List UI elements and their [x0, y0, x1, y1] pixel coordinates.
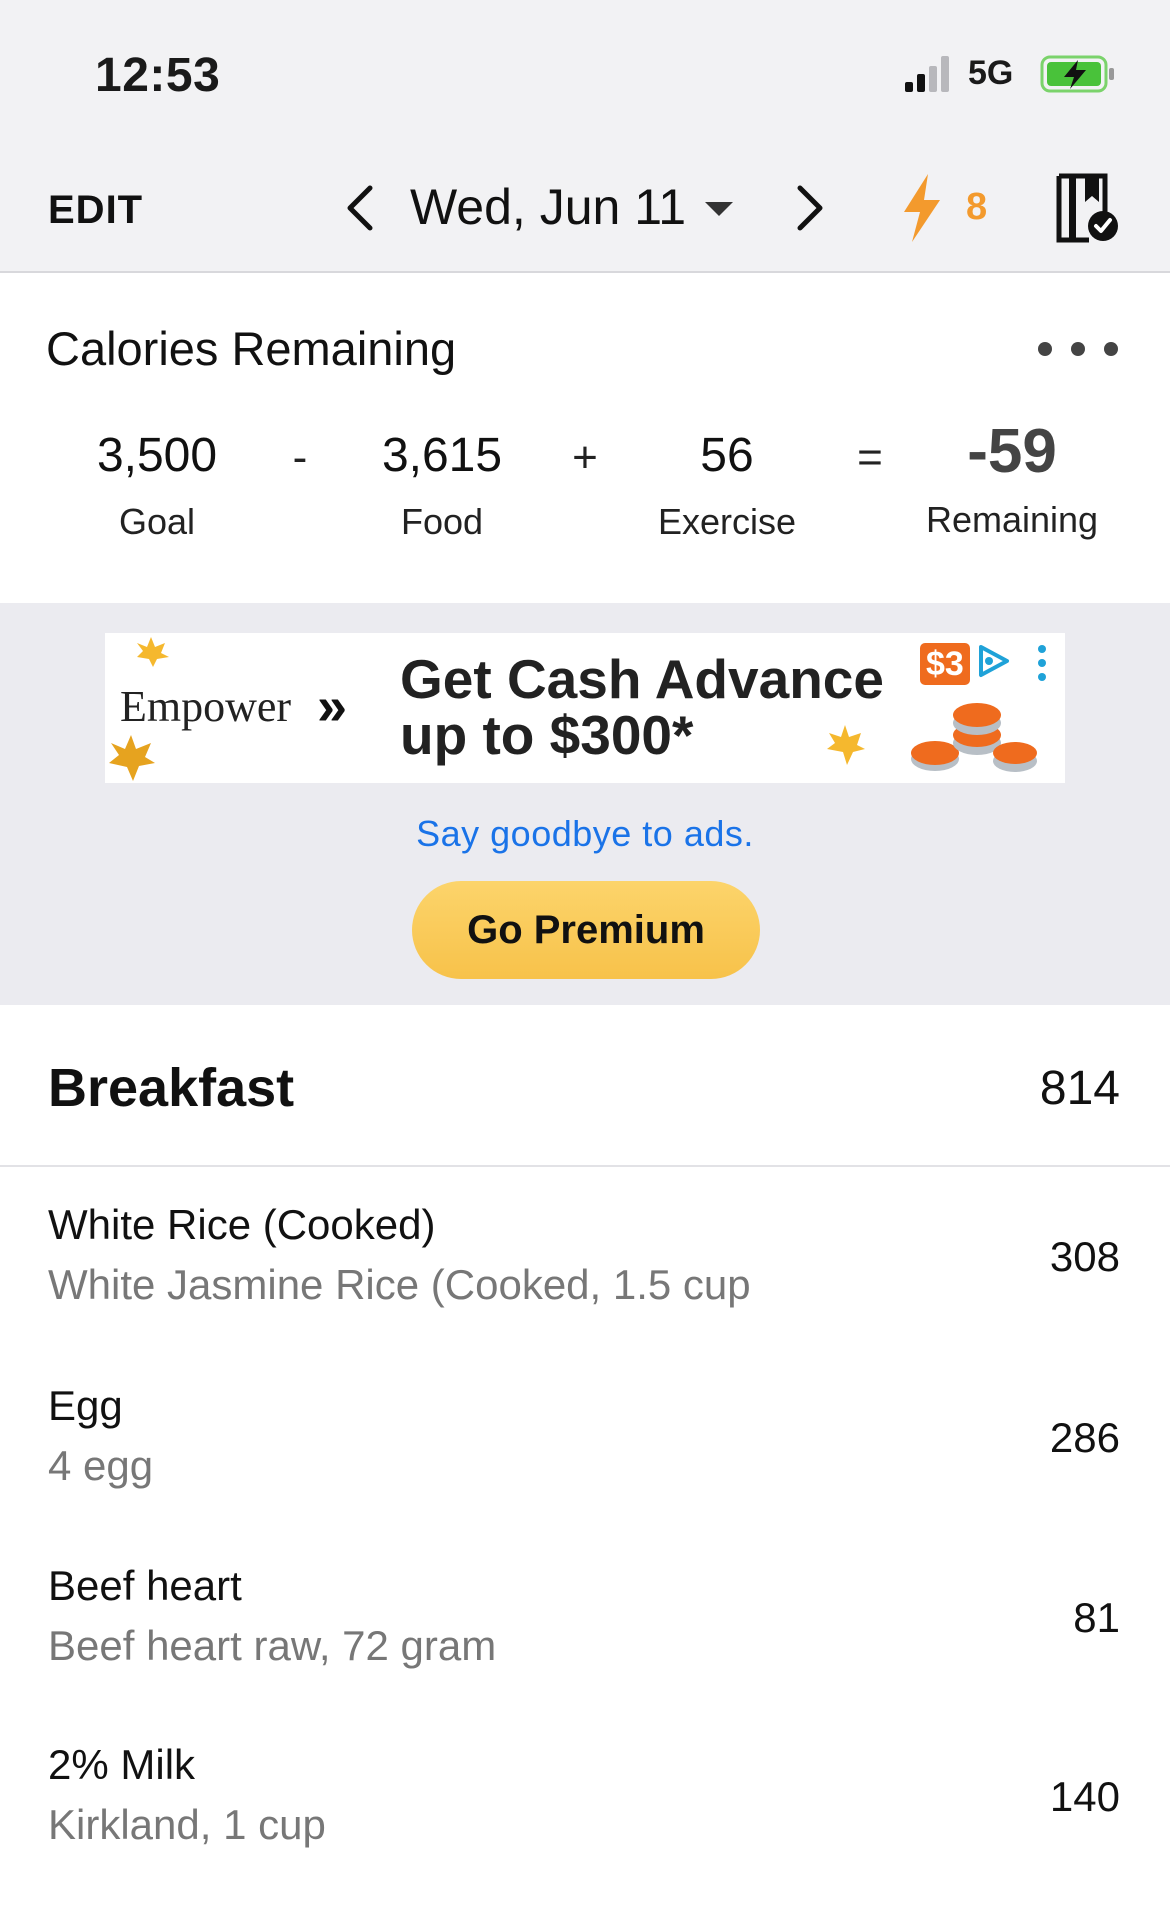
goal-value: 3,500 [96, 429, 218, 482]
cellular-signal-icon [905, 56, 949, 92]
food-name: Beef heart [48, 1562, 242, 1609]
exercise-label: Exercise [657, 501, 797, 542]
food-description: Kirkland, 1 cup [48, 1801, 326, 1848]
meal-name: Breakfast [48, 1058, 295, 1118]
minus-operator: - [292, 433, 308, 482]
streak-count[interactable]: 8 [966, 186, 987, 229]
food-entry[interactable]: 2% Milk Kirkland, 1 cup 140 [0, 1709, 1170, 1889]
food-entry[interactable]: Beef heart Beef heart raw, 72 gram 81 [0, 1530, 1170, 1710]
diary-complete-icon[interactable] [1055, 172, 1119, 244]
lightning-bolt-icon[interactable] [898, 172, 946, 244]
food-value: 3,615 [381, 429, 503, 482]
calories-title: Calories Remaining [46, 322, 457, 375]
date-selector[interactable]: Wed, Jun 11 [410, 178, 686, 236]
ad-section: Empower » Get Cash Advance up to $300* $… [0, 603, 1170, 1005]
food-calories: 308 [1049, 1233, 1120, 1280]
ad-headline: Get Cash Advance up to $300* [400, 651, 884, 763]
food-entry[interactable]: Egg 4 egg 286 [0, 1350, 1170, 1530]
caret-down-icon[interactable] [705, 202, 733, 216]
food-description: 4 egg [48, 1442, 154, 1489]
exercise-column[interactable]: 56 Exercise [617, 428, 837, 543]
battery-charging-icon [1040, 55, 1114, 93]
plus-operator: + [572, 433, 598, 482]
more-options-icon[interactable] [1038, 339, 1118, 359]
ad-brand: Empower [120, 682, 292, 731]
go-premium-button[interactable]: Go Premium [412, 881, 760, 979]
goal-label: Goal [118, 501, 196, 542]
exercise-value: 56 [700, 429, 754, 482]
network-type: 5G [968, 54, 1014, 92]
diary-nav-bar: EDIT Wed, Jun 11 8 [0, 150, 1170, 273]
ad-headline-line2: up to $300* [400, 704, 694, 766]
edit-button[interactable]: EDIT [48, 188, 143, 233]
goal-column[interactable]: 3,500 Goal [47, 428, 267, 543]
ad-banner[interactable]: Empower » Get Cash Advance up to $300* $… [105, 633, 1065, 783]
chevron-left-icon[interactable] [340, 180, 380, 236]
calories-remaining-card: Calories Remaining 3,500 Goal - 3,615 Fo… [0, 273, 1170, 603]
status-bar: 12:53 5G [0, 0, 1170, 150]
adchoices-icon[interactable] [973, 641, 1015, 681]
coin-stack-icon [911, 703, 1037, 772]
chevron-right-icon[interactable] [790, 180, 830, 236]
equals-operator: = [857, 433, 883, 482]
maple-leaf-icon [827, 725, 865, 765]
status-time: 12:53 [95, 49, 221, 102]
food-description: White Jasmine Rice (Cooked, 1.5 cup [48, 1261, 751, 1308]
food-calories: 286 [1049, 1414, 1120, 1461]
food-column[interactable]: 3,615 Food [332, 428, 552, 543]
ad-price-badge: $3 [920, 643, 970, 685]
food-name: 2% Milk [48, 1741, 196, 1788]
meal-header-breakfast[interactable]: Breakfast 814 [0, 1005, 1170, 1167]
food-calories: 140 [1049, 1773, 1120, 1820]
food-name: Egg [48, 1382, 123, 1429]
meal-total-calories: 814 [1039, 1062, 1120, 1115]
ad-headline-line1: Get Cash Advance [400, 648, 884, 710]
ad-options-icon[interactable] [1037, 645, 1047, 681]
food-label: Food [400, 501, 484, 542]
food-entry[interactable]: White Rice (Cooked) White Jasmine Rice (… [0, 1169, 1170, 1349]
maple-leaf-icon [137, 637, 169, 667]
ad-brand-arrows: » [317, 676, 348, 736]
remaining-value: -59 [967, 417, 1057, 486]
remaining-label: Remaining [925, 499, 1099, 540]
maple-leaf-icon [109, 735, 155, 781]
food-calories: 81 [1073, 1594, 1120, 1641]
remaining-column[interactable]: -59 Remaining [902, 417, 1122, 541]
food-description: Beef heart raw, 72 gram [48, 1622, 497, 1669]
remove-ads-link[interactable]: Say goodbye to ads. [0, 813, 1170, 855]
food-name: White Rice (Cooked) [48, 1201, 436, 1248]
